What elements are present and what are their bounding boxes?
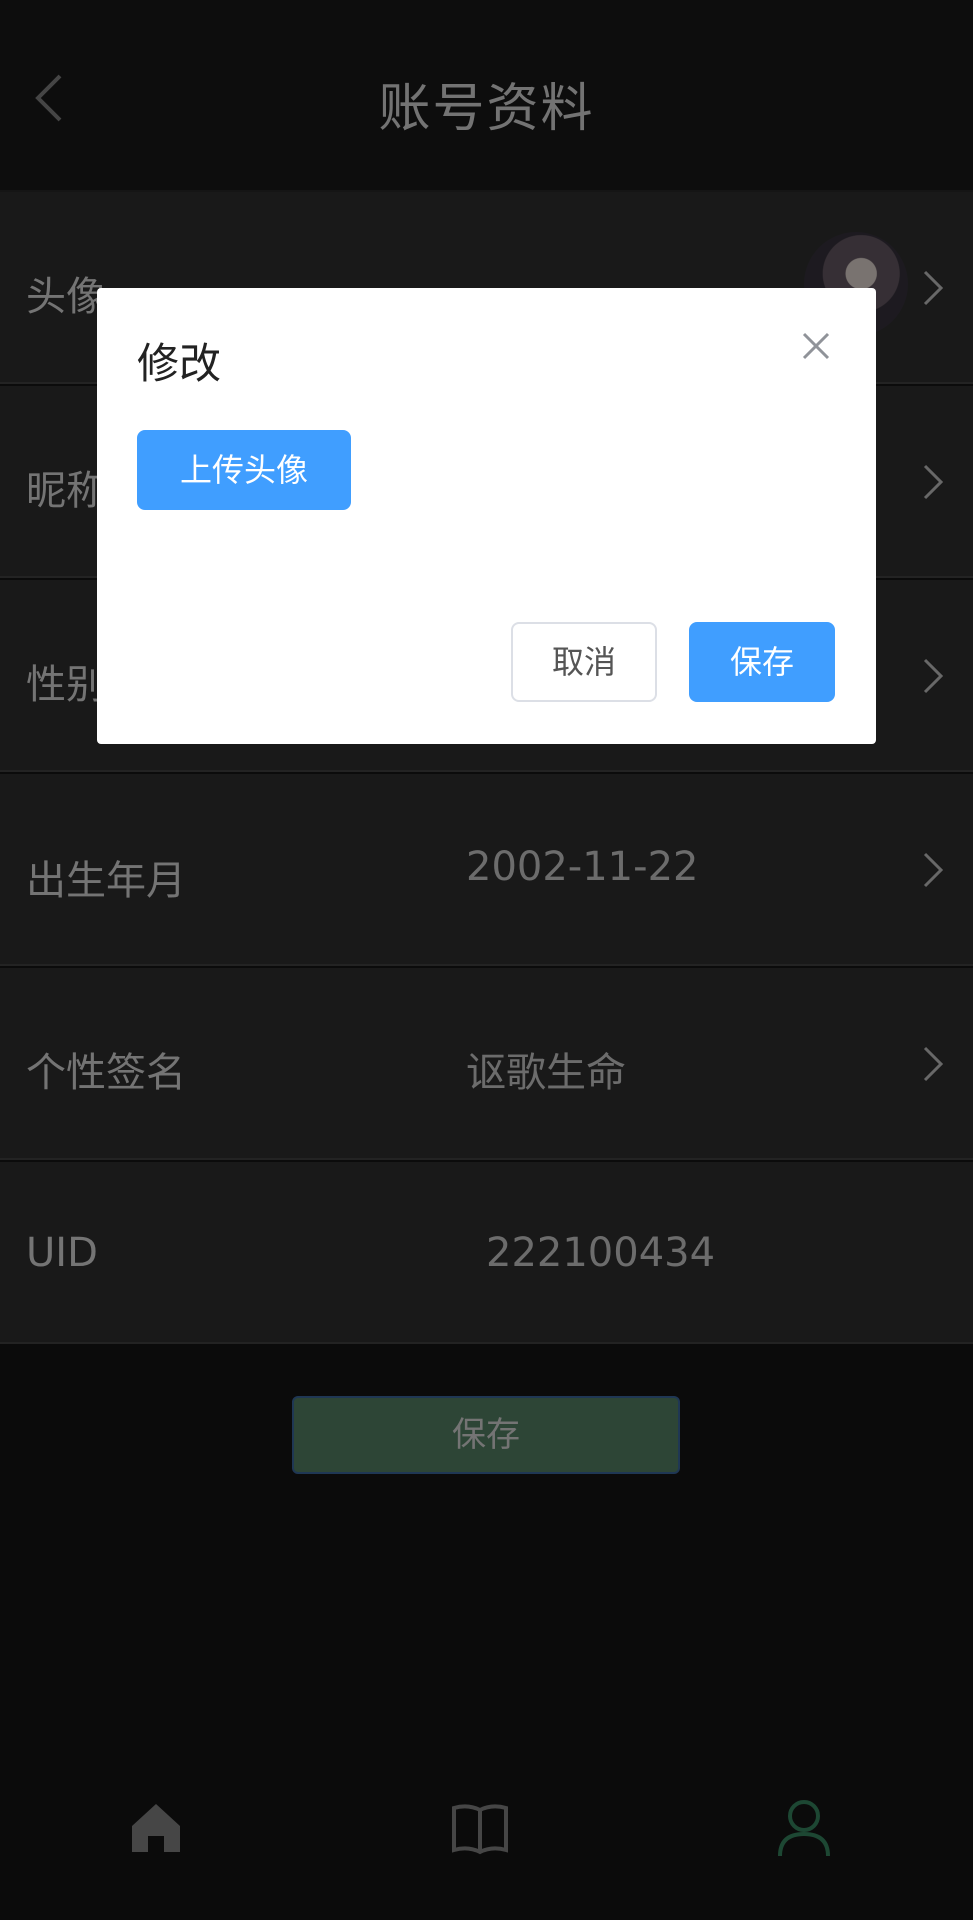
dialog-title: 修改 [137,339,222,388]
account-profile-page: 账号资料 头像 昵称 性别 出生年月 2002-11-22 个性签名 讴歌生命 [0,0,973,1920]
dialog-close-button[interactable] [798,328,834,364]
cancel-button[interactable]: 取消 [511,622,657,702]
close-icon [802,332,830,360]
edit-dialog: 修改 上传头像 取消 保存 [97,288,876,744]
upload-avatar-button[interactable]: 上传头像 [137,430,351,510]
dialog-save-button[interactable]: 保存 [689,622,835,702]
